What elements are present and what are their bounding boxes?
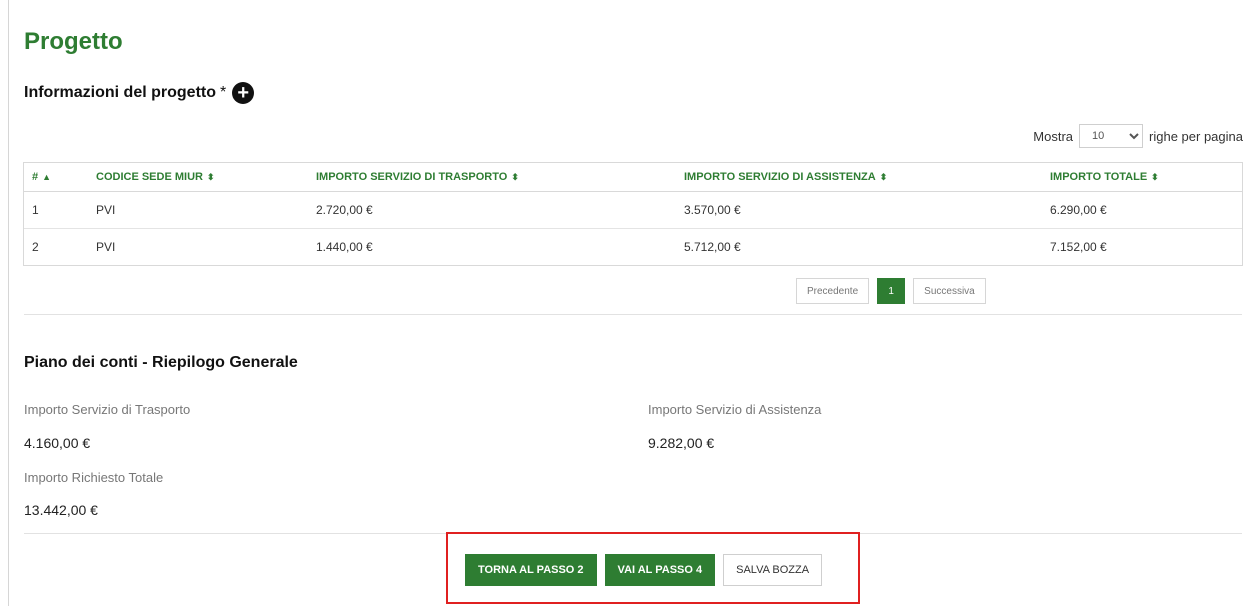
section-title-text: Informazioni del progetto: [24, 84, 216, 101]
cell-totale: 7.152,00 €: [1050, 239, 1107, 254]
save-draft-button[interactable]: SALVA BOZZA: [723, 554, 823, 586]
cell-trasporto: 1.440,00 €: [316, 239, 373, 254]
cell-index: 1: [24, 191, 88, 229]
page-size-control: Mostra 10 righe per pagina: [1033, 124, 1243, 148]
cell-assistenza: 5.712,00 €: [684, 239, 741, 254]
page-size-suffix: righe per pagina: [1149, 128, 1243, 144]
section-title: Informazioni del progetto * +: [24, 82, 255, 104]
cell-totale: 6.290,00 €: [1042, 191, 1242, 229]
col-header-totale[interactable]: IMPORTO TOTALE ⬍: [1042, 163, 1242, 192]
assistenza-value: 9.282,00 €: [648, 435, 715, 451]
cell-codice: PVI: [88, 191, 308, 229]
trasporto-label: Importo Servizio di Trasporto: [24, 402, 191, 417]
page-1-button[interactable]: 1: [877, 278, 906, 304]
page-size-prefix: Mostra: [1033, 128, 1074, 144]
col-header-trasporto[interactable]: IMPORTO SERVIZIO DI TRASPORTO ⬍: [308, 163, 676, 192]
cell-assistenza: 3.570,00 €: [676, 191, 1042, 229]
assistenza-label: Importo Servizio di Assistenza: [648, 402, 822, 417]
chevron-up-icon: ▲: [42, 171, 52, 182]
sort-icon: ⬍: [206, 171, 215, 182]
col-header-assistenza[interactable]: IMPORTO SERVIZIO DI ASSISTENZA ⬍: [676, 163, 1042, 192]
cell-codice: PVI: [96, 239, 116, 254]
table-header-row: # ▲ CODICE SEDE MIUR ⬍ IMPORTO SERVIZIO DI…: [24, 163, 1242, 192]
page-title: Progetto: [24, 28, 123, 55]
table-row: 1 PVI 2.720,00 € 3.570,00 € 6.290,00 €: [24, 191, 1242, 229]
trasporto-value: 4.160,00 €: [24, 435, 91, 451]
sort-icon: ⬍: [879, 171, 888, 182]
next-step-button[interactable]: VAI AL PASSO 4: [604, 554, 716, 586]
summary-title: Piano dei conti - Riepilogo Generale: [24, 354, 298, 371]
sort-icon: ⬍: [511, 171, 519, 182]
action-bar: TORNA AL PASSO 2 VAI AL PASSO 4 SALVA BO…: [465, 554, 823, 586]
cell-index: 2: [32, 239, 39, 254]
next-page-button[interactable]: Successiva: [913, 278, 986, 304]
col-header-index[interactable]: # ▲: [24, 163, 88, 192]
divider: [24, 314, 1242, 315]
col-header-codice[interactable]: CODICE SEDE MIUR ⬍: [88, 163, 308, 192]
cell-trasporto: 2.720,00 €: [308, 191, 676, 229]
left-border: [8, 0, 9, 606]
totale-label: Importo Richiesto Totale: [24, 470, 164, 485]
pagination: Precedente 1 Successiva: [796, 278, 986, 304]
required-mark: *: [220, 84, 227, 101]
back-step-button[interactable]: TORNA AL PASSO 2: [465, 554, 597, 586]
project-table: # ▲ CODICE SEDE MIUR ⬍ IMPORTO SERVIZIO DI…: [23, 162, 1243, 266]
prev-page-button[interactable]: Precedente: [796, 278, 870, 304]
page-size-select[interactable]: 10: [1079, 124, 1144, 148]
table-row: 2 PVI 1.440,00 € 5.712,00 € 7.152,00 €: [24, 228, 1242, 265]
totale-value: 13.442,00 €: [24, 502, 98, 518]
plus-circle-icon[interactable]: +: [232, 82, 255, 104]
sort-icon: ⬍: [1151, 171, 1159, 182]
